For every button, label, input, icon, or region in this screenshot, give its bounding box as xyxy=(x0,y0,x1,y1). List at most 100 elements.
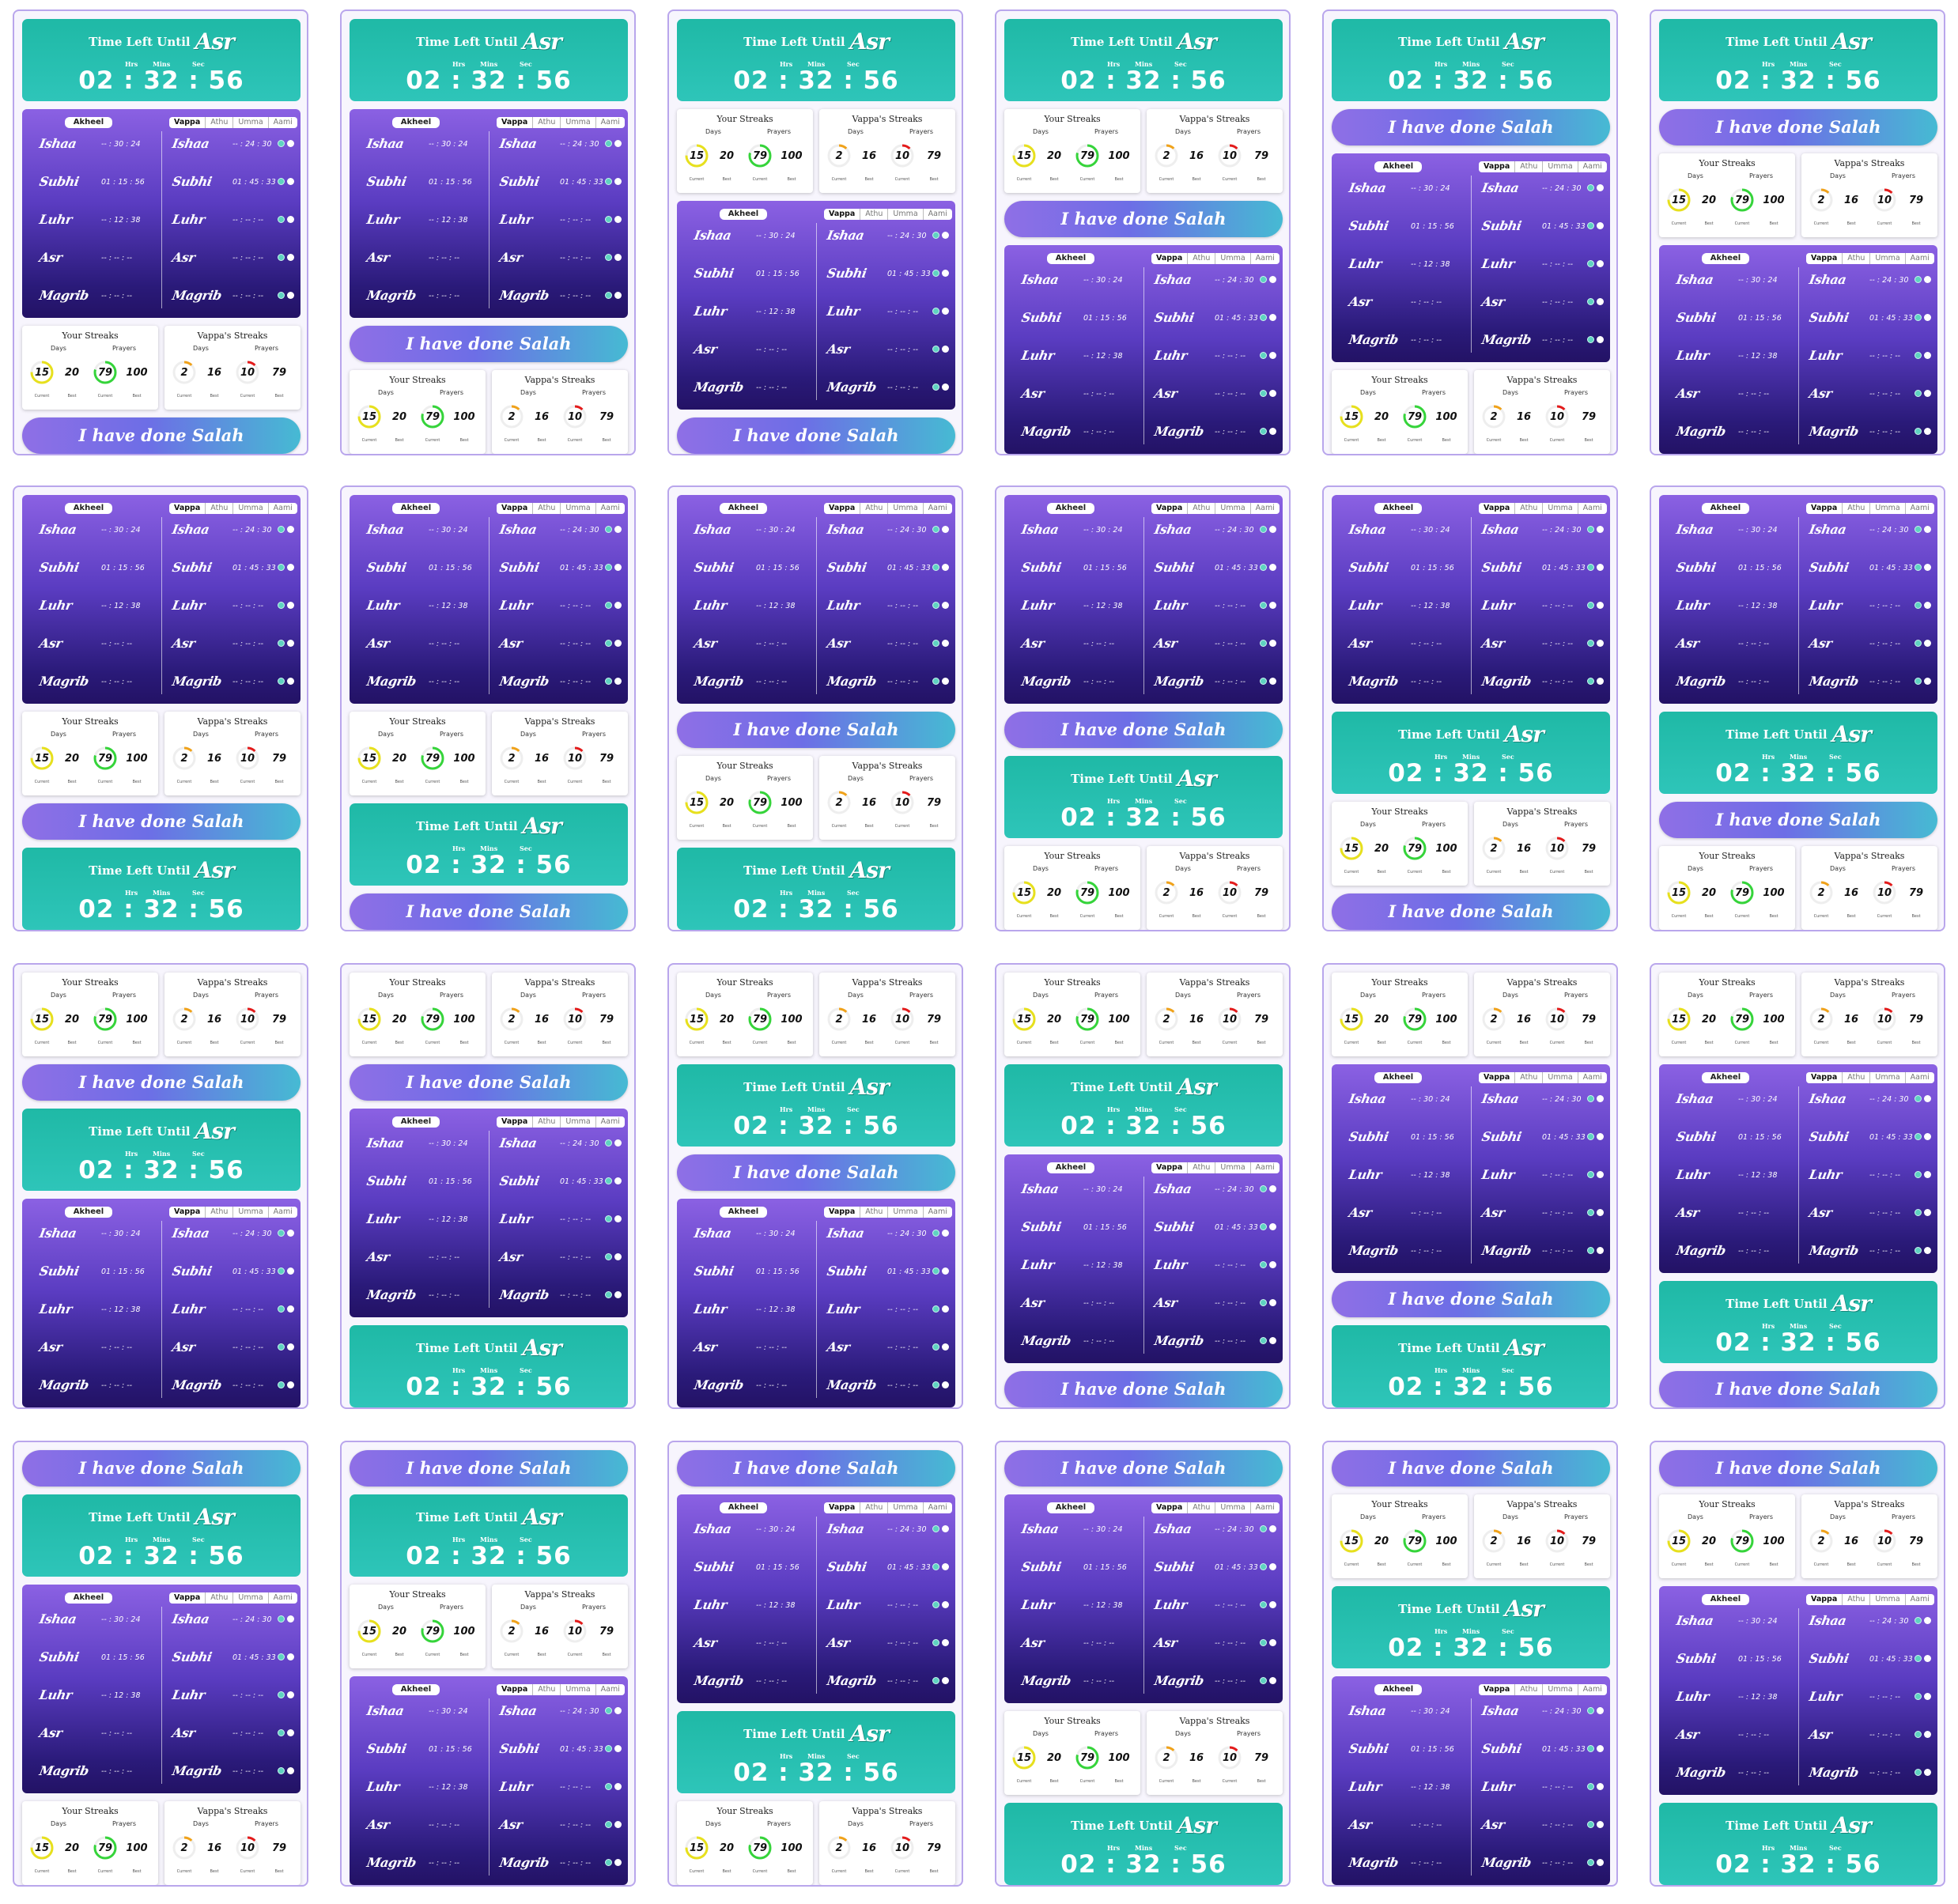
pending-toggle-icon[interactable] xyxy=(614,564,622,571)
prayed-toggle-icon[interactable] xyxy=(1260,1639,1267,1646)
prayed-toggle-icon[interactable] xyxy=(1587,640,1594,647)
tab-umma[interactable]: Umma xyxy=(232,1592,267,1604)
pending-toggle-icon[interactable] xyxy=(942,1267,949,1275)
pending-toggle-icon[interactable] xyxy=(614,216,622,223)
tab-athu[interactable]: Athu xyxy=(205,1207,232,1218)
tab-umma[interactable]: Umma xyxy=(1215,253,1249,264)
prayer-status-toggles[interactable] xyxy=(1587,1783,1604,1790)
prayed-toggle-icon[interactable] xyxy=(605,1291,612,1298)
left-user-pill[interactable]: Akheel xyxy=(392,1684,440,1695)
pending-toggle-icon[interactable] xyxy=(614,678,622,685)
pending-toggle-icon[interactable] xyxy=(287,178,294,185)
prayed-toggle-icon[interactable] xyxy=(605,564,612,571)
prayed-toggle-icon[interactable] xyxy=(932,308,939,315)
pending-toggle-icon[interactable] xyxy=(1597,1209,1604,1216)
prayed-toggle-icon[interactable] xyxy=(1587,1821,1594,1828)
prayed-toggle-icon[interactable] xyxy=(605,1139,612,1147)
pending-toggle-icon[interactable] xyxy=(1597,1783,1604,1790)
pending-toggle-icon[interactable] xyxy=(1597,1707,1604,1714)
prayed-toggle-icon[interactable] xyxy=(605,1253,612,1260)
pending-toggle-icon[interactable] xyxy=(1924,1731,1931,1738)
prayer-status-toggles[interactable] xyxy=(1260,640,1276,647)
prayed-toggle-icon[interactable] xyxy=(932,1230,939,1237)
pending-toggle-icon[interactable] xyxy=(287,1305,294,1313)
prayer-status-toggles[interactable] xyxy=(932,1639,949,1646)
prayed-toggle-icon[interactable] xyxy=(278,292,285,299)
prayer-status-toggles[interactable] xyxy=(278,216,294,223)
tab-umma[interactable]: Umma xyxy=(1869,1072,1904,1083)
tab-umma[interactable]: Umma xyxy=(1215,1502,1249,1513)
done-salah-button[interactable]: I have done Salah xyxy=(1659,1450,1937,1487)
pending-toggle-icon[interactable] xyxy=(1924,390,1931,397)
prayed-toggle-icon[interactable] xyxy=(1587,678,1594,685)
pending-toggle-icon[interactable] xyxy=(614,1139,622,1147)
prayer-status-toggles[interactable] xyxy=(605,526,622,533)
prayed-toggle-icon[interactable] xyxy=(605,140,612,147)
prayed-toggle-icon[interactable] xyxy=(1915,1095,1922,1102)
left-user-pill[interactable]: Akheel xyxy=(65,117,112,128)
pending-toggle-icon[interactable] xyxy=(1597,1859,1604,1866)
tab-aami[interactable]: Aami xyxy=(1904,253,1934,264)
prayer-status-toggles[interactable] xyxy=(1260,352,1276,359)
prayer-status-toggles[interactable] xyxy=(932,1305,949,1313)
tab-vappa[interactable]: Vappa xyxy=(1806,1594,1842,1605)
prayed-toggle-icon[interactable] xyxy=(932,1563,939,1570)
tab-athu[interactable]: Athu xyxy=(1514,1684,1542,1695)
left-user-pill[interactable]: Akheel xyxy=(1047,253,1094,264)
tab-aami[interactable]: Aami xyxy=(1249,253,1280,264)
prayer-status-toggles[interactable] xyxy=(1587,1171,1604,1178)
pending-toggle-icon[interactable] xyxy=(1597,1247,1604,1254)
left-user-pill[interactable]: Akheel xyxy=(65,1592,112,1604)
tab-athu[interactable]: Athu xyxy=(532,117,560,128)
prayer-status-toggles[interactable] xyxy=(1915,1095,1931,1102)
pending-toggle-icon[interactable] xyxy=(1269,390,1276,397)
prayer-status-toggles[interactable] xyxy=(605,1215,622,1222)
pending-toggle-icon[interactable] xyxy=(614,254,622,261)
done-salah-button[interactable]: I have done Salah xyxy=(677,712,955,748)
pending-toggle-icon[interactable] xyxy=(1924,1769,1931,1776)
prayer-status-toggles[interactable] xyxy=(605,292,622,299)
prayer-status-toggles[interactable] xyxy=(1260,390,1276,397)
prayed-toggle-icon[interactable] xyxy=(1915,564,1922,571)
prayed-toggle-icon[interactable] xyxy=(1260,602,1267,609)
done-salah-button[interactable]: I have done Salah xyxy=(350,1450,628,1487)
prayer-status-toggles[interactable] xyxy=(932,526,949,533)
prayer-status-toggles[interactable] xyxy=(1260,678,1276,685)
pending-toggle-icon[interactable] xyxy=(1269,1337,1276,1344)
prayer-status-toggles[interactable] xyxy=(1260,564,1276,571)
prayer-status-toggles[interactable] xyxy=(1587,1133,1604,1140)
prayer-status-toggles[interactable] xyxy=(1587,564,1604,571)
pending-toggle-icon[interactable] xyxy=(287,678,294,685)
prayer-status-toggles[interactable] xyxy=(605,1859,622,1866)
prayer-status-toggles[interactable] xyxy=(278,526,294,533)
pending-toggle-icon[interactable] xyxy=(942,308,949,315)
tab-umma[interactable]: Umma xyxy=(887,503,922,514)
done-salah-button[interactable]: I have done Salah xyxy=(1332,893,1610,930)
pending-toggle-icon[interactable] xyxy=(1597,1171,1604,1178)
done-salah-button[interactable]: I have done Salah xyxy=(677,417,955,454)
prayed-toggle-icon[interactable] xyxy=(932,270,939,277)
pending-toggle-icon[interactable] xyxy=(287,292,294,299)
prayer-status-toggles[interactable] xyxy=(1260,1223,1276,1230)
prayer-status-toggles[interactable] xyxy=(278,1381,294,1388)
pending-toggle-icon[interactable] xyxy=(287,640,294,647)
prayed-toggle-icon[interactable] xyxy=(1915,1731,1922,1738)
prayed-toggle-icon[interactable] xyxy=(1587,564,1594,571)
done-salah-button[interactable]: I have done Salah xyxy=(350,893,628,930)
tab-athu[interactable]: Athu xyxy=(1514,1072,1542,1083)
pending-toggle-icon[interactable] xyxy=(942,1381,949,1388)
prayer-status-toggles[interactable] xyxy=(1915,276,1931,283)
tab-umma[interactable]: Umma xyxy=(560,503,595,514)
prayer-status-toggles[interactable] xyxy=(278,1267,294,1275)
prayer-status-toggles[interactable] xyxy=(1587,336,1604,343)
done-salah-button[interactable]: I have done Salah xyxy=(677,1154,955,1191)
pending-toggle-icon[interactable] xyxy=(942,678,949,685)
pending-toggle-icon[interactable] xyxy=(614,1707,622,1714)
left-user-pill[interactable]: Akheel xyxy=(1047,503,1094,514)
tab-umma[interactable]: Umma xyxy=(1869,1594,1904,1605)
prayed-toggle-icon[interactable] xyxy=(1260,1677,1267,1684)
pending-toggle-icon[interactable] xyxy=(1269,1261,1276,1268)
prayed-toggle-icon[interactable] xyxy=(278,1267,285,1275)
prayed-toggle-icon[interactable] xyxy=(1260,1185,1267,1192)
pending-toggle-icon[interactable] xyxy=(614,602,622,609)
